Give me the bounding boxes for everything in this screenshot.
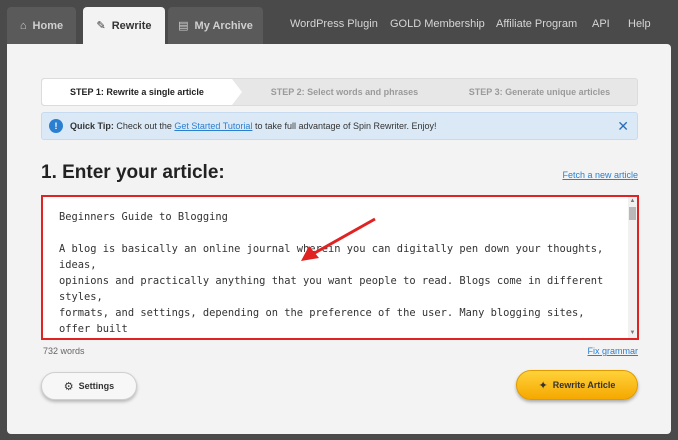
page-title: 1. Enter your article:: [41, 162, 225, 183]
tab-my-archive-label: My Archive: [194, 19, 253, 32]
rewrite-article-button-label: Rewrite Article: [552, 380, 616, 390]
tab-rewrite-label: Rewrite: [111, 19, 152, 32]
main-panel: STEP 1: Rewrite a single article STEP 2:…: [7, 44, 671, 434]
quick-tip-label: Quick Tip:: [70, 121, 114, 131]
tab-my-archive[interactable]: ▤ My Archive: [168, 7, 263, 44]
scrollbar-thumb[interactable]: [629, 207, 636, 220]
fetch-article-link[interactable]: Fetch a new article: [562, 170, 638, 180]
steps-bar: STEP 1: Rewrite a single article STEP 2:…: [41, 78, 638, 106]
tab-rewrite[interactable]: ✎ Rewrite: [83, 7, 165, 44]
top-navigation: ⌂ Home ✎ Rewrite ▤ My Archive WordPress …: [0, 0, 678, 44]
fix-grammar-link[interactable]: Fix grammar: [587, 346, 638, 356]
lightbulb-icon: !: [49, 119, 63, 133]
rewrite-article-button[interactable]: ✦ Rewrite Article: [516, 370, 638, 400]
nav-link-help[interactable]: Help: [628, 18, 651, 30]
step-3: STEP 3: Generate unique articles: [468, 87, 611, 97]
settings-button[interactable]: ⚙ Settings: [41, 372, 137, 400]
nav-link-gold-membership[interactable]: GOLD Membership: [390, 18, 485, 30]
tab-home-label: Home: [32, 19, 64, 32]
nav-link-wordpress-plugin[interactable]: WordPress Plugin: [290, 18, 378, 30]
scrollbar[interactable]: ▲ ▼: [628, 197, 637, 338]
archive-icon: ▤: [178, 20, 189, 32]
step-2: STEP 2: Select words and phrases: [270, 87, 419, 97]
pencil-icon: ✎: [96, 20, 106, 32]
gear-icon: ⚙: [63, 380, 74, 393]
annotation-arrow: [301, 217, 376, 261]
step-1: STEP 1: Rewrite a single article: [42, 79, 232, 105]
home-icon: ⌂: [19, 19, 27, 32]
quick-tip-text-after: to take full advantage of Spin Rewriter.…: [252, 121, 437, 131]
get-started-tutorial-link[interactable]: Get Started Tutorial: [174, 121, 252, 131]
word-count: 732 words: [43, 346, 85, 356]
nav-link-api[interactable]: API: [592, 18, 610, 30]
scroll-up-icon[interactable]: ▲: [628, 197, 637, 206]
close-icon[interactable]: ✕: [617, 113, 629, 139]
quick-tip-text-before: Check out the: [113, 121, 175, 131]
settings-button-label: Settings: [78, 381, 115, 391]
scroll-down-icon[interactable]: ▼: [628, 329, 637, 338]
tab-home[interactable]: ⌂ Home: [7, 7, 76, 44]
step-1-arrow: [232, 79, 242, 105]
nav-link-affiliate-program[interactable]: Affiliate Program: [496, 18, 577, 30]
magic-wand-icon: ✦: [538, 379, 548, 392]
quick-tip: ! Quick Tip: Check out the Get Started T…: [41, 112, 638, 140]
